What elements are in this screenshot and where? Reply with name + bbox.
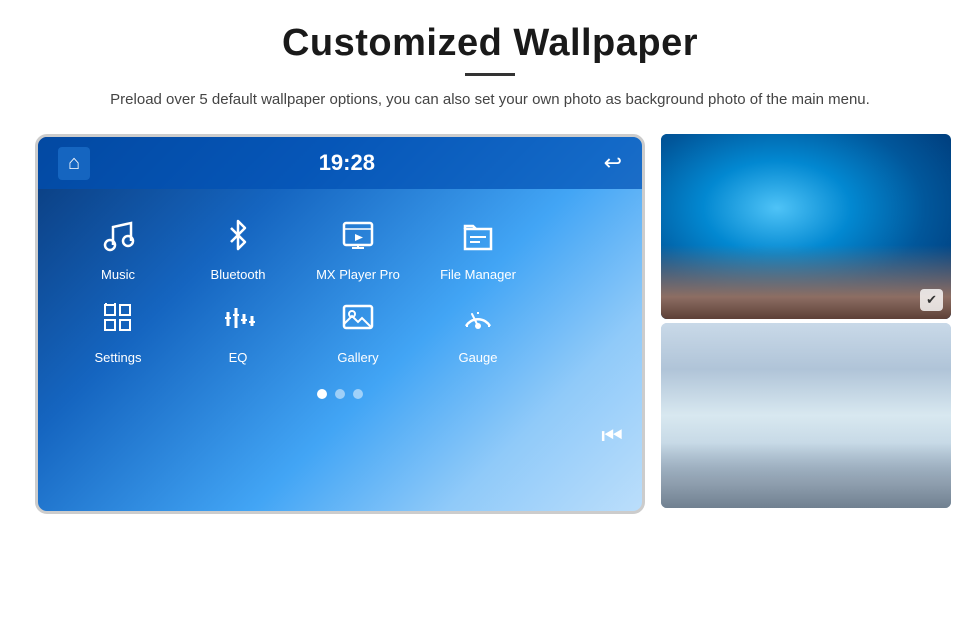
app-bluetooth[interactable]: Bluetooth — [178, 209, 298, 282]
page-title: Customized Wallpaper — [60, 22, 920, 65]
filemanager-label: File Manager — [440, 267, 516, 282]
gallery-label: Gallery — [337, 350, 378, 365]
settings-label: Settings — [95, 350, 142, 365]
skip-back-icon[interactable]: ⏮ — [601, 423, 623, 451]
eq-label: EQ — [229, 350, 248, 365]
app-music[interactable]: Music — [58, 209, 178, 282]
bluetooth-icon — [212, 209, 264, 261]
thumbnail-ice-cave: ✔ — [661, 134, 951, 319]
gauge-icon — [452, 292, 504, 344]
app-mxplayer[interactable]: MX Player Pro — [298, 209, 418, 282]
app-gallery[interactable]: Gallery — [298, 292, 418, 365]
app-settings[interactable]: Settings — [58, 292, 178, 365]
thumbnails-column: ✔ — [661, 134, 951, 508]
bluetooth-label: Bluetooth — [211, 267, 266, 282]
right-controls: ⏮ — [582, 137, 642, 511]
app-filemanager[interactable]: File Manager — [418, 209, 538, 282]
music-icon — [92, 209, 144, 261]
home-button[interactable]: ⌂ — [58, 147, 90, 180]
dot-1[interactable] — [317, 389, 327, 399]
app-eq[interactable]: EQ — [178, 292, 298, 365]
mxplayer-icon — [332, 209, 384, 261]
screen-topbar: ⌂ 19:28 ↩ — [38, 137, 642, 189]
title-divider — [465, 73, 515, 76]
dot-3[interactable] — [353, 389, 363, 399]
mxplayer-label: MX Player Pro — [316, 267, 400, 282]
bookmark-overlay: ✔ — [920, 289, 943, 311]
screen-pagination — [38, 389, 642, 399]
music-label: Music — [101, 267, 135, 282]
app-row-2: Settings — [58, 292, 622, 365]
page-description: Preload over 5 default wallpaper options… — [60, 88, 920, 112]
screen-time: 19:28 — [319, 150, 375, 176]
car-screen: ⌂ 19:28 ↩ Music — [35, 134, 645, 514]
bridge-image — [661, 323, 951, 508]
ice-cave-image — [661, 134, 951, 319]
settings-icon — [92, 292, 144, 344]
content-area: ⌂ 19:28 ↩ Music — [0, 124, 980, 524]
gauge-label: Gauge — [458, 350, 497, 365]
gallery-icon — [332, 292, 384, 344]
home-icon: ⌂ — [68, 152, 80, 175]
filemanager-icon — [452, 209, 504, 261]
page-header: Customized Wallpaper Preload over 5 defa… — [0, 0, 980, 124]
dot-2[interactable] — [335, 389, 345, 399]
eq-icon — [212, 292, 264, 344]
app-grid: Music Bluetooth — [38, 189, 642, 375]
thumbnail-bridge — [661, 323, 951, 508]
app-row-1: Music Bluetooth — [58, 209, 622, 282]
app-gauge[interactable]: Gauge — [418, 292, 538, 365]
